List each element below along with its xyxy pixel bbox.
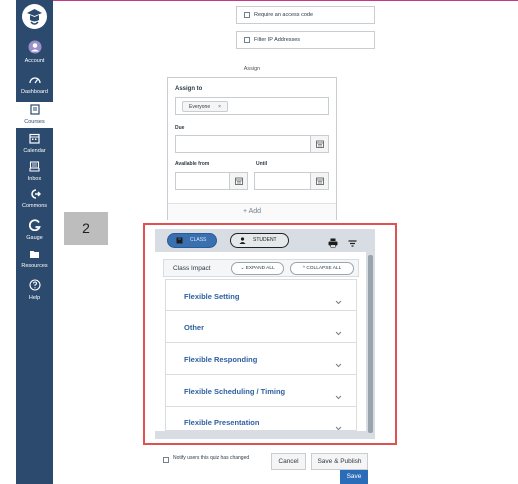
accordion-label: Flexible Presentation: [184, 418, 260, 427]
sidebar-item-commons[interactable]: Commons: [16, 189, 53, 213]
access-code-label: Require an access code: [254, 12, 314, 18]
account-icon: [16, 40, 53, 57]
class-impact-title: Class Impact: [173, 265, 211, 272]
chevron-down-icon: [335, 387, 342, 405]
accordion-other[interactable]: Other: [165, 311, 357, 343]
class-toggle-button[interactable]: CLASS: [167, 233, 217, 248]
require-access-code-option[interactable]: Require an access code: [236, 6, 375, 24]
chevron-down-icon: ⌄: [240, 266, 245, 271]
add-assignment-button[interactable]: + Add: [168, 203, 336, 220]
save-button[interactable]: Save: [340, 470, 368, 484]
chevron-down-icon: [335, 292, 342, 310]
student-toggle-label: STUDENT: [253, 237, 277, 243]
assign-to-input[interactable]: Everyone ×: [175, 97, 329, 115]
chevron-down-icon: [335, 323, 342, 341]
sidebar-item-label: Courses: [24, 119, 45, 125]
print-icon[interactable]: [328, 235, 338, 253]
due-date-input[interactable]: [175, 135, 329, 153]
commons-icon: [16, 189, 53, 202]
calendar-icon: [315, 135, 324, 153]
due-calendar-button[interactable]: [310, 136, 328, 152]
assign-card: Assign to Everyone × Due Available from U…: [167, 77, 337, 220]
collapse-all-label: COLLAPSE ALL: [306, 266, 342, 271]
notify-users-label: Notify users this quiz has changed: [173, 455, 250, 461]
sidebar-item-dashboard[interactable]: Dashboard: [16, 75, 53, 99]
cancel-button[interactable]: Cancel: [271, 453, 306, 470]
sidebar-item-label: Calendar: [23, 148, 46, 154]
sidebar-item-calendar[interactable]: Calendar: [16, 133, 53, 157]
global-nav-sidebar: Account Dashboard Courses Calendar Inbox…: [16, 0, 53, 484]
assignee-tag-label: Everyone: [189, 104, 211, 110]
top-border-line: [52, 0, 518, 1]
expand-all-label: EXPAND ALL: [245, 266, 275, 271]
calendar-icon: [234, 172, 243, 190]
filter-icon[interactable]: [348, 235, 357, 253]
calendar-icon: [16, 133, 53, 147]
due-label: Due: [175, 125, 185, 131]
horizontal-scrollbar[interactable]: [155, 431, 367, 439]
resources-icon: [16, 249, 53, 262]
accordion-label: Flexible Setting: [184, 292, 240, 301]
notify-users-checkbox[interactable]: [163, 457, 169, 463]
step-number-badge: 2: [64, 212, 108, 245]
class-book-icon: [176, 237, 183, 250]
class-toggle-label: CLASS: [190, 237, 207, 243]
sidebar-item-gauge[interactable]: Gauge: [16, 219, 53, 243]
sidebar-item-courses[interactable]: Courses: [16, 102, 53, 128]
sidebar-item-label: Inbox: [27, 176, 42, 182]
sidebar-item-inbox[interactable]: Inbox: [16, 161, 53, 185]
filter-ip-option[interactable]: Filter IP Addresses: [236, 31, 375, 49]
assign-heading: Assign: [243, 66, 261, 72]
available-from-input[interactable]: [175, 172, 248, 190]
collapse-all-button[interactable]: ^ COLLAPSE ALL: [290, 262, 354, 275]
chevron-down-icon: [335, 355, 342, 373]
access-code-checkbox[interactable]: [244, 12, 250, 18]
accordion-flexible-scheduling[interactable]: Flexible Scheduling / Timing: [165, 375, 357, 407]
class-impact-panel: CLASS STUDENT Class Impact ⌄ EXPAND ALL …: [155, 229, 375, 439]
vertical-scrollbar-thumb[interactable]: [368, 255, 373, 433]
accordion-label: Flexible Scheduling / Timing: [184, 387, 286, 396]
filter-ip-label: Filter IP Addresses: [254, 37, 301, 43]
expand-all-button[interactable]: ⌄ EXPAND ALL: [231, 262, 284, 275]
help-icon: [16, 279, 53, 294]
sidebar-item-label: Dashboard: [21, 89, 48, 95]
sidebar-item-label: Gauge: [26, 235, 43, 241]
student-toggle-button[interactable]: STUDENT: [230, 233, 289, 248]
inbox-icon: [16, 161, 53, 175]
accordion-flexible-setting[interactable]: Flexible Setting: [165, 279, 357, 311]
sidebar-item-label: Commons: [21, 203, 48, 209]
sidebar-item-account[interactable]: Account: [16, 40, 53, 70]
gauge-icon: [16, 219, 53, 234]
chevron-up-icon: ^: [302, 266, 305, 271]
assign-to-label: Assign to: [175, 86, 203, 92]
courses-icon: [16, 104, 53, 118]
dashboard-icon: [16, 75, 53, 88]
panel-toolbar: CLASS STUDENT: [155, 229, 375, 252]
until-label: Until: [256, 161, 268, 167]
available-from-label: Available from: [175, 161, 210, 167]
sidebar-item-help[interactable]: Help: [16, 279, 53, 303]
sidebar-item-label: Account: [24, 58, 45, 64]
accordion-flexible-responding[interactable]: Flexible Responding: [165, 343, 357, 375]
save-publish-button[interactable]: Save & Publish: [311, 453, 368, 470]
accordion-flexible-presentation[interactable]: Flexible Presentation: [165, 407, 357, 431]
class-impact-bar: Class Impact ⌄ EXPAND ALL ^ COLLAPSE ALL: [163, 259, 359, 277]
sidebar-item-resources[interactable]: Resources: [16, 249, 53, 273]
sidebar-item-label: Resources: [21, 263, 48, 269]
accordion-label: Other: [184, 323, 205, 332]
sidebar-item-label: Help: [28, 295, 41, 301]
accordion-label: Flexible Responding: [184, 355, 258, 364]
until-calendar-button[interactable]: [310, 173, 328, 189]
student-person-icon: [239, 237, 246, 250]
remove-assignee-icon[interactable]: ×: [218, 104, 221, 110]
available-from-calendar-button[interactable]: [229, 173, 247, 189]
institution-logo[interactable]: [22, 4, 47, 29]
filter-ip-checkbox[interactable]: [244, 37, 250, 43]
calendar-icon: [315, 172, 324, 190]
until-input[interactable]: [254, 172, 329, 190]
assignee-tag[interactable]: Everyone ×: [182, 101, 229, 112]
